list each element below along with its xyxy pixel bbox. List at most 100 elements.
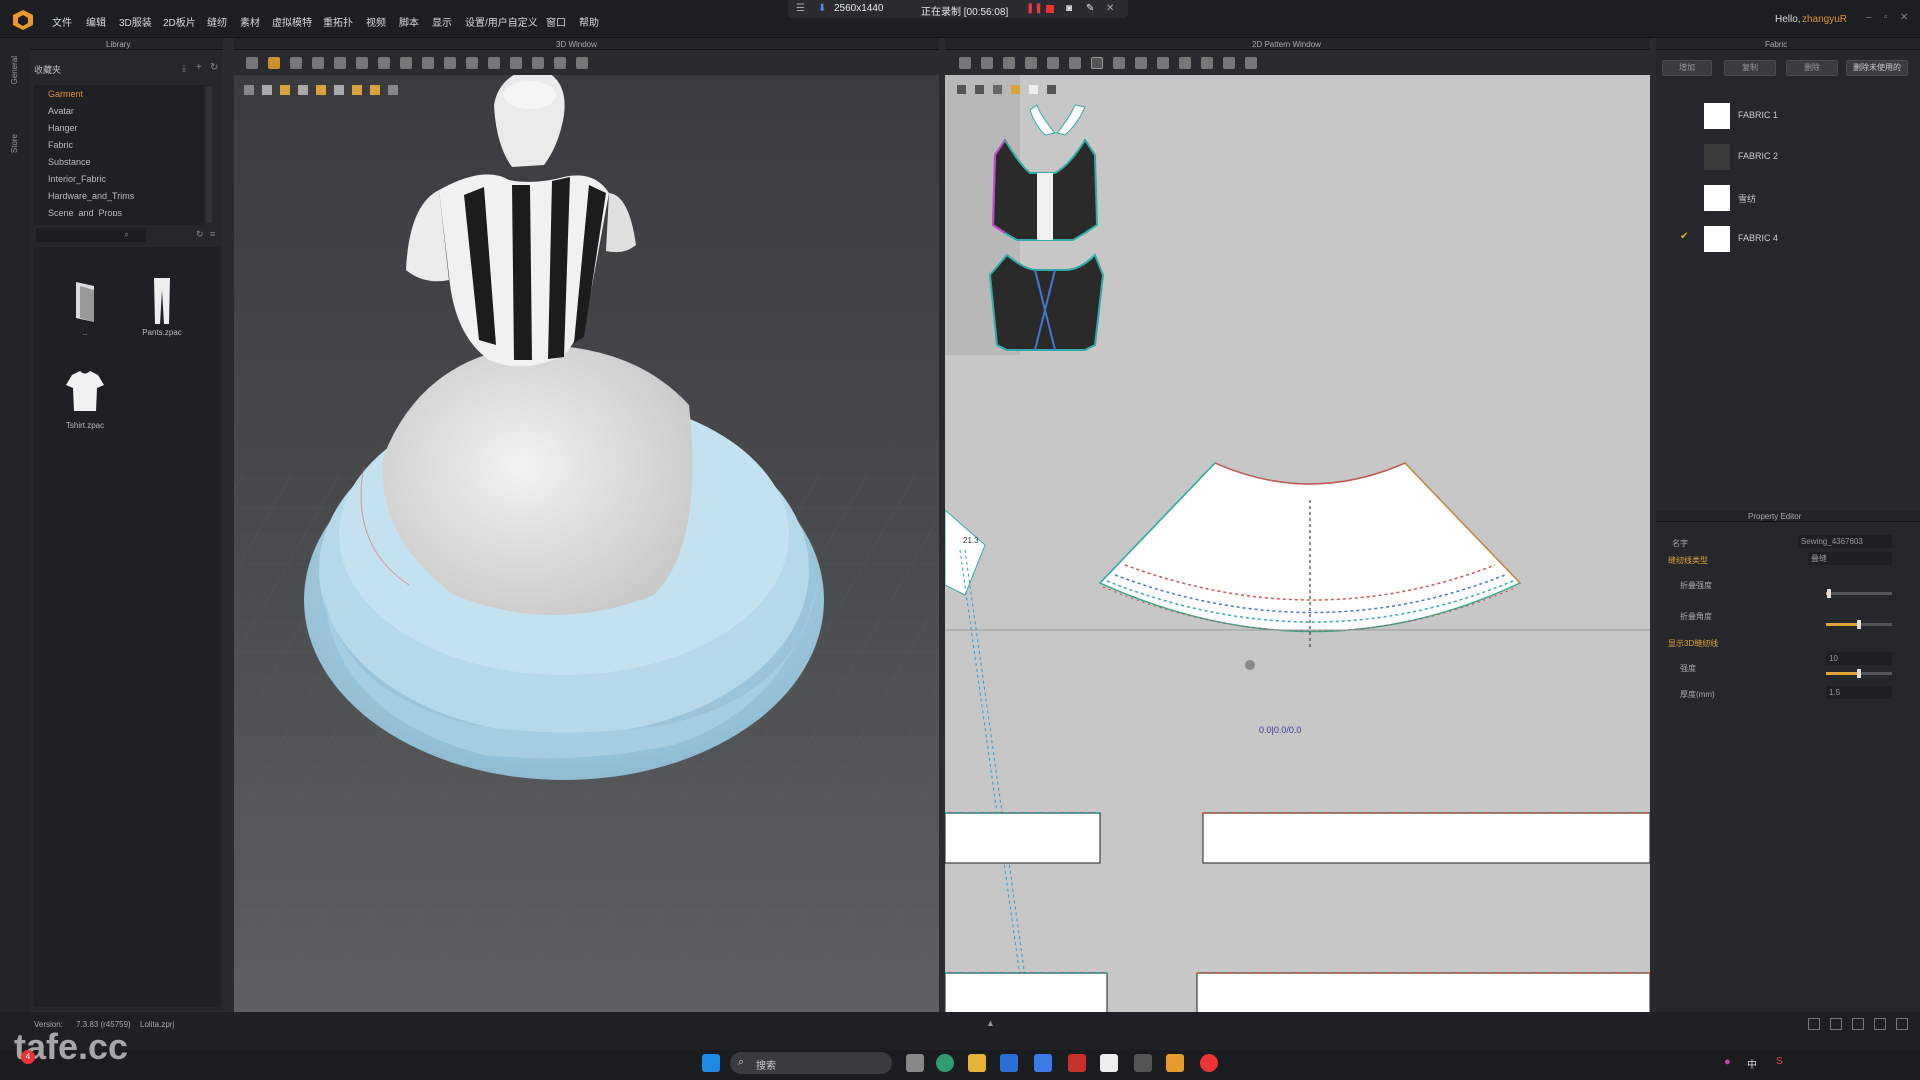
ime-indicator[interactable]: 中 xyxy=(1747,1056,1757,1071)
arrange-tool-icon[interactable] xyxy=(378,57,390,69)
button-tool-icon[interactable] xyxy=(510,57,522,69)
tree-item-fabric[interactable]: Fabric xyxy=(48,140,73,150)
store-icon[interactable] xyxy=(1000,1054,1018,1072)
minimize-icon[interactable]: – xyxy=(1866,12,1872,23)
library-search-input[interactable] xyxy=(36,228,146,242)
edit-point-icon[interactable] xyxy=(1003,57,1015,69)
ruffle-strip[interactable] xyxy=(1202,812,1650,864)
bodice-back-piece[interactable] xyxy=(988,253,1105,351)
mic-icon[interactable]: ● xyxy=(1724,1056,1731,1068)
pen-icon[interactable]: ✎ xyxy=(1086,3,1094,14)
seam-type-section[interactable]: 缝纫线类型 xyxy=(1668,555,1708,566)
name-field[interactable]: Sewing_4367603 xyxy=(1798,535,1892,548)
free-sewing-icon[interactable] xyxy=(1157,57,1169,69)
tree-item-hardware[interactable]: Hardware_and_Trims xyxy=(48,191,134,201)
fabric-list-item[interactable]: 雪纺 xyxy=(1660,177,1912,213)
strength-slider[interactable] xyxy=(1826,669,1892,678)
layout-single-icon[interactable] xyxy=(1808,1018,1820,1030)
menu-2d-pattern[interactable]: 2D板片 xyxy=(163,14,196,29)
menu-retopology[interactable]: 重拓扑 xyxy=(323,14,353,29)
reload-icon[interactable]: ↻ xyxy=(196,229,204,240)
move-tool-icon[interactable] xyxy=(268,57,280,69)
bodice-front-piece[interactable] xyxy=(991,138,1099,241)
topstitch-2d-icon[interactable] xyxy=(1201,57,1213,69)
menu-edit[interactable]: 编辑 xyxy=(86,14,106,29)
pin-tool-icon[interactable] xyxy=(334,57,346,69)
close-icon[interactable]: ✕ xyxy=(1900,12,1908,23)
file-item[interactable]: Tshirt.zpac xyxy=(50,369,120,439)
tab-store[interactable]: Store xyxy=(10,134,19,153)
dart-icon[interactable] xyxy=(1113,57,1125,69)
pin-icon[interactable]: ⬇ xyxy=(818,3,826,14)
file-item[interactable]: .. xyxy=(50,276,120,346)
fold-strength-slider[interactable] xyxy=(1826,589,1892,598)
menu-avatar[interactable]: 虚拟模特 xyxy=(272,14,312,29)
camera-icon[interactable]: ◙ xyxy=(1066,3,1072,14)
feishu-icon[interactable] xyxy=(1034,1054,1052,1072)
layout-grid-icon[interactable] xyxy=(1896,1018,1908,1030)
menu-script[interactable]: 脚本 xyxy=(399,14,419,29)
trim-tool-icon[interactable] xyxy=(576,57,588,69)
segment-tool-icon[interactable] xyxy=(444,57,456,69)
tree-item-hanger[interactable]: Hanger xyxy=(48,123,78,133)
ruffle-strip[interactable] xyxy=(1196,972,1650,1012)
refresh-icon[interactable]: ↻ xyxy=(210,62,218,73)
pause-icon[interactable]: ❚❚ xyxy=(1026,3,1043,14)
file-item[interactable]: Pants.zpac xyxy=(122,276,202,346)
record-icon[interactable] xyxy=(1200,1054,1218,1072)
fold-angle-slider[interactable] xyxy=(1826,620,1892,629)
menu-display[interactable]: 显示 xyxy=(432,14,452,29)
strength-field[interactable]: 10 xyxy=(1826,652,1892,665)
app-logo-icon[interactable] xyxy=(12,9,34,31)
search-icon[interactable]: ⌕ xyxy=(124,229,129,240)
ruffle-strip[interactable] xyxy=(945,812,1101,864)
menu-help[interactable]: 帮助 xyxy=(579,14,599,29)
tree-item-substance[interactable]: Substance xyxy=(48,157,91,167)
layout-quad-icon[interactable] xyxy=(1874,1018,1886,1030)
zipper-tool-icon[interactable] xyxy=(532,57,544,69)
skirt-piece[interactable] xyxy=(1098,462,1522,650)
sewing-tool-icon[interactable] xyxy=(422,57,434,69)
shirring-icon[interactable] xyxy=(1245,57,1257,69)
wps-icon[interactable] xyxy=(1068,1054,1086,1072)
rectangle-icon[interactable] xyxy=(1047,57,1059,69)
username-label[interactable]: zhangyuR xyxy=(1802,14,1847,25)
tape-tool-icon[interactable] xyxy=(554,57,566,69)
internal-line-icon[interactable] xyxy=(1091,57,1103,69)
copy-fabric-button[interactable]: 复制 xyxy=(1724,60,1776,76)
menu-3d-garment[interactable]: 3D服装 xyxy=(119,14,152,29)
clo3d-taskbar-icon[interactable] xyxy=(1166,1054,1184,1072)
layout-split-icon[interactable] xyxy=(1830,1018,1842,1030)
stop-icon[interactable] xyxy=(1046,5,1054,13)
transform-pattern-icon[interactable] xyxy=(981,57,993,69)
download-icon[interactable]: ⤓ xyxy=(182,63,186,74)
seamline-tool-icon[interactable] xyxy=(466,57,478,69)
ruffle-strip[interactable] xyxy=(945,972,1108,1012)
fabric-list-item[interactable]: FABRIC 2 xyxy=(1660,136,1912,172)
menu-settings[interactable]: 设置/用户自定义 xyxy=(465,14,538,29)
select-tool-icon[interactable] xyxy=(246,57,258,69)
fabric-list-item[interactable]: ✔ FABRIC 4 xyxy=(1660,218,1912,254)
thickness-field[interactable]: 1.5 xyxy=(1826,686,1892,699)
qq-icon[interactable] xyxy=(1100,1054,1118,1072)
menu-file[interactable]: 文件 xyxy=(52,14,72,29)
tree-scrollbar[interactable] xyxy=(206,87,212,223)
list-view-icon[interactable]: ≡ xyxy=(210,229,215,239)
recording-close-icon[interactable]: ✕ xyxy=(1106,3,1114,14)
segment-sewing-icon[interactable] xyxy=(1135,57,1147,69)
menu-window[interactable]: 窗口 xyxy=(546,14,566,29)
tack-tool-icon[interactable] xyxy=(356,57,368,69)
tree-item-garment[interactable]: Garment xyxy=(48,89,83,99)
layout-triple-icon[interactable] xyxy=(1852,1018,1864,1030)
edit-pattern-icon[interactable] xyxy=(959,57,971,69)
taskbar-search-input[interactable]: ⌕ 搜索 xyxy=(730,1052,892,1074)
menu-video[interactable]: 视频 xyxy=(366,14,386,29)
add-icon[interactable]: + xyxy=(196,62,202,73)
expand-icon[interactable]: ▲ xyxy=(986,1018,995,1028)
tab-general[interactable]: General xyxy=(10,56,19,84)
delete-fabric-button[interactable]: 删除 xyxy=(1786,60,1838,76)
menu-sewing[interactable]: 缝纫 xyxy=(207,14,227,29)
edge-icon[interactable] xyxy=(936,1054,954,1072)
menu-materials[interactable]: 素材 xyxy=(240,14,260,29)
add-fabric-button[interactable]: 增加 xyxy=(1662,60,1712,76)
